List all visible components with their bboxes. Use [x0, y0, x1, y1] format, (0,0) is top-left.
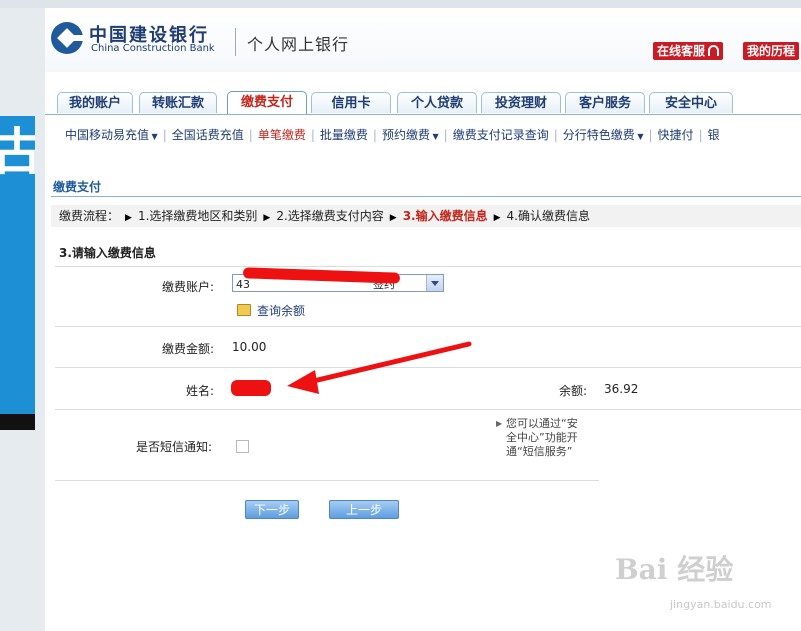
step-arrow-icon: ▶	[493, 213, 501, 223]
annotation-arrow-icon	[287, 341, 472, 394]
folder-icon	[237, 304, 251, 316]
step-arrow-icon: ▶	[389, 213, 397, 223]
main-tabs: 我的账户 转账汇款 缴费支付 信用卡 个人贷款 投资理财 客户服务 安全中心	[45, 91, 801, 115]
sms-label: 是否短信通知:	[136, 440, 213, 454]
section-title: 缴费支付	[53, 180, 102, 194]
promo-banner[interactable]: 古戈·画表	[0, 116, 35, 430]
account-label: 缴费账户:	[162, 280, 215, 294]
flow-step-3: 3.输入缴费信息	[402, 209, 488, 223]
sms-checkbox[interactable]	[236, 440, 249, 453]
flow-step-1: 1.选择缴费地区和类别	[137, 209, 258, 223]
online-service-label: 在线客服	[657, 44, 706, 58]
row-divider	[55, 480, 599, 481]
name-label: 姓名:	[186, 384, 215, 398]
my-history-button[interactable]: 我的历程	[743, 42, 800, 60]
tab-investment[interactable]: 投资理财	[481, 92, 561, 113]
promo-banner-text: 古戈·画表	[0, 123, 35, 181]
flow-step-2: 2.选择缴费支付内容	[276, 209, 384, 223]
headset-icon	[708, 45, 720, 56]
flow-label: 缴费流程：	[59, 209, 120, 223]
balance-label: 余额:	[559, 384, 588, 398]
online-service-button[interactable]: 在线客服	[653, 42, 724, 60]
sms-note-text: 您可以通过“安全中心”功能开通“短信服务”	[506, 417, 578, 458]
tab-transfer[interactable]: 转账汇款	[139, 92, 217, 113]
row-divider	[55, 326, 801, 327]
tab-personal-loan[interactable]: 个人贷款	[397, 92, 477, 113]
dropdown-arrow-icon: ▼	[634, 132, 644, 141]
next-step-button[interactable]: 下一步	[245, 500, 299, 519]
header: 中国建设银行 China Construction Bank 个人网上银行 在线…	[45, 8, 801, 72]
subnav-batch-payment[interactable]: 批量缴费	[320, 128, 368, 142]
amount-label: 缴费金额:	[162, 342, 215, 356]
dropdown-arrow-icon: ▼	[429, 132, 439, 141]
my-history-label: 我的历程	[747, 44, 796, 58]
tab-security-center[interactable]: 安全中心	[649, 92, 733, 113]
form-title: 3.请输入缴费信息	[59, 246, 156, 260]
header-divider	[235, 28, 236, 56]
tab-my-account[interactable]: 我的账户	[57, 92, 133, 113]
ccb-logo-icon	[51, 22, 85, 54]
flow-steps: 缴费流程： ▶ 1.选择缴费地区和类别 ▶ 2.选择缴费支付内容 ▶ 3.输入缴费信息 ▶ 4.…	[51, 205, 801, 227]
sub-navigation: 中国移动易充值 ▼ | 全国话费充值 | 单笔缴费 | 批量缴费 | 预约缴费 ▼ | 缴费支付记录…	[65, 128, 720, 142]
balance-value: 36.92	[604, 382, 639, 396]
query-balance-link[interactable]: 查询余额	[257, 302, 305, 319]
promo-banner-footer	[0, 414, 35, 430]
note-arrow-icon: ▶	[496, 419, 503, 428]
account-value-prefix: 43	[236, 278, 250, 291]
tab-credit-card[interactable]: 信用卡	[311, 92, 391, 113]
main-panel: 中国建设银行 China Construction Bank 个人网上银行 在线…	[45, 8, 801, 631]
portal-title: 个人网上银行	[247, 35, 350, 54]
step-arrow-icon: ▶	[125, 213, 132, 223]
redaction-mark	[231, 380, 271, 396]
subnav-quick-pay[interactable]: 快捷付	[658, 128, 694, 142]
subnav-mobile-recharge[interactable]: 中国移动易充值 ▼	[65, 128, 158, 142]
step-arrow-icon: ▶	[263, 213, 271, 223]
amount-value: 10.00	[232, 340, 267, 354]
row-divider	[55, 409, 801, 410]
flow-step-4: 4.确认缴费信息	[506, 209, 590, 223]
top-strip	[0, 0, 801, 8]
baidu-watermark: Bai 经验	[615, 553, 734, 586]
tab-payment[interactable]: 缴费支付	[227, 91, 307, 114]
dropdown-arrow-icon: ▼	[149, 132, 158, 141]
subnav-single-payment[interactable]: 单笔缴费	[258, 128, 306, 142]
left-sidebar: 古戈·画表	[0, 8, 45, 631]
previous-step-button[interactable]: 上一步	[329, 500, 399, 519]
subnav-scheduled-payment[interactable]: 预约缴费 ▼	[382, 128, 439, 142]
sms-note: ▶ 您可以通过“安全中心”功能开通“短信服务”	[496, 417, 586, 459]
baidu-watermark-url: jingyan.baidu.com	[670, 598, 772, 611]
subnav-payment-records[interactable]: 缴费支付记录查询	[453, 128, 549, 142]
bank-name-en: China Construction Bank	[91, 43, 215, 54]
chevron-down-icon[interactable]	[426, 275, 443, 291]
section-divider	[51, 196, 801, 197]
row-divider	[55, 266, 801, 267]
subnav-phone-recharge[interactable]: 全国话费充值	[172, 128, 244, 142]
subnav-more[interactable]: 银	[708, 128, 720, 142]
subnav-branch-payment[interactable]: 分行特色缴费 ▼	[563, 128, 644, 142]
tab-customer-service[interactable]: 客户服务	[565, 92, 645, 113]
